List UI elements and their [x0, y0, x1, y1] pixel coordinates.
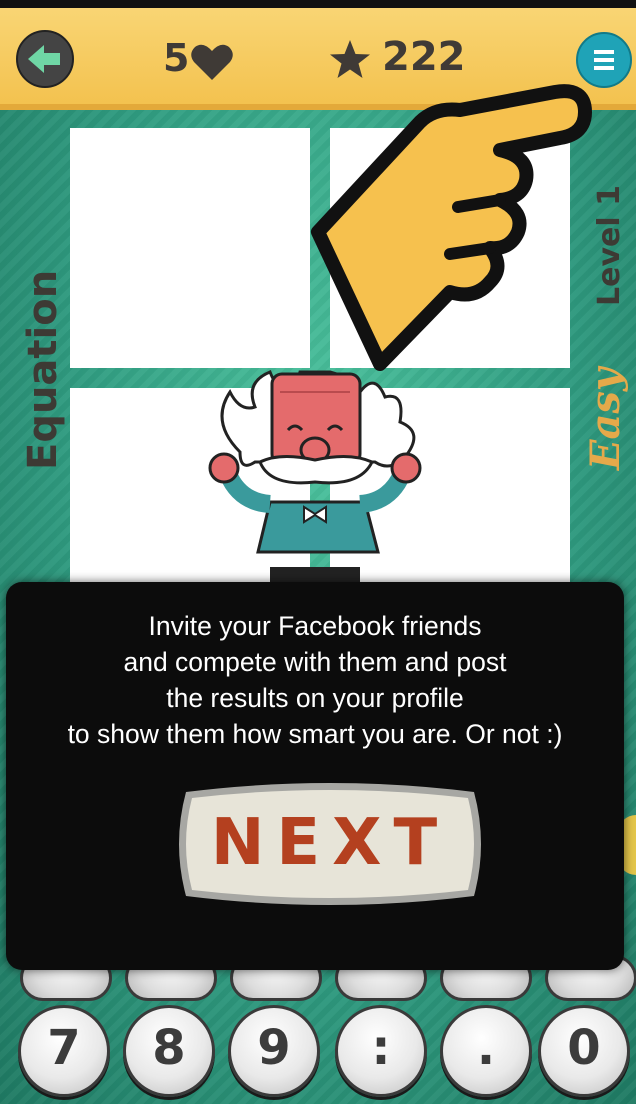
heart-icon — [191, 44, 233, 80]
tutorial-message: Invite your Facebook friends and compete… — [6, 608, 624, 752]
status-strip — [0, 0, 636, 8]
message-line: to show them how smart you are. Or not :… — [67, 719, 563, 749]
keypad-key-colon[interactable]: : — [335, 1005, 427, 1097]
keypad-key-7[interactable]: 7 — [18, 1005, 110, 1097]
pointing-hand-icon — [311, 84, 592, 371]
next-label: NEXT — [210, 806, 450, 880]
message-line: the results on your profile — [166, 683, 464, 713]
keypad-key-9[interactable]: 9 — [228, 1005, 320, 1097]
keypad-key-dot[interactable]: . — [440, 1005, 532, 1097]
arrow-left-icon — [28, 45, 60, 73]
message-line: Invite your Facebook friends — [148, 611, 482, 641]
keypad-key-0[interactable]: 0 — [538, 1005, 630, 1097]
lives-count: 5 — [163, 36, 190, 80]
category-label: Equation — [20, 269, 66, 470]
difficulty-label: Easy — [582, 367, 629, 470]
tutorial-dialog: Invite your Facebook friends and compete… — [6, 582, 624, 970]
keypad-key-8[interactable]: 8 — [123, 1005, 215, 1097]
back-button[interactable] — [16, 30, 74, 88]
game-screen: Equation Level 1 Easy 5 222 7 8 9: . 0 … — [0, 0, 636, 1104]
puzzle-tile-1[interactable] — [70, 128, 310, 368]
scientist-character — [208, 370, 422, 582]
next-button[interactable]: NEXT — [166, 778, 494, 910]
message-line: and compete with them and post — [123, 647, 507, 677]
